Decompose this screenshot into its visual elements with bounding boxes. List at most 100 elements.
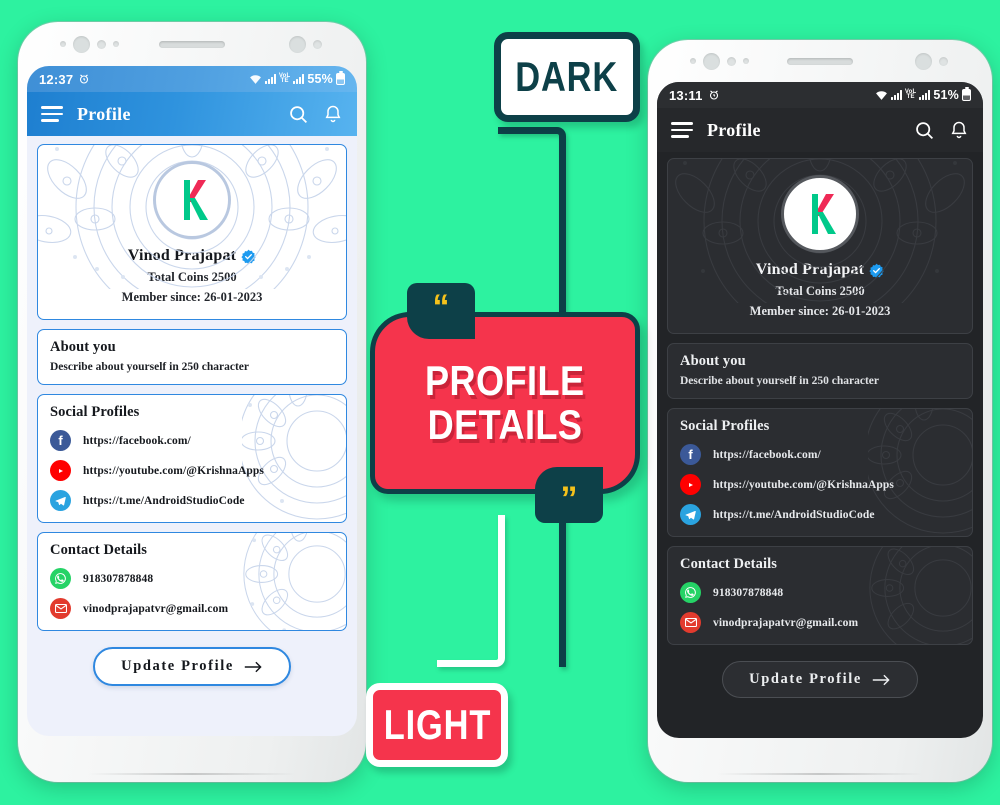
social-row-telegram[interactable]: https://t.me/AndroidStudioCode [680, 504, 960, 525]
update-profile-button[interactable]: Update Profile [722, 661, 918, 698]
total-coins: Total Coins 2500 [775, 284, 865, 298]
social-url: https://facebook.com/ [83, 434, 191, 447]
social-rows: f https://facebook.com/ https://youtube.… [680, 444, 960, 525]
profile-card: Vinod Prajapat Total Coins 2500 Member s… [37, 144, 347, 320]
facebook-icon: f [50, 430, 71, 451]
social-heading: Social Profiles [680, 418, 770, 434]
battery-percent: 55% [307, 72, 333, 86]
whatsapp-icon [680, 582, 701, 603]
contact-row-email[interactable]: vinodprajapatvr@gmail.com [50, 598, 334, 619]
total-coins: Total Coins 2500 [147, 270, 237, 284]
update-profile-label: Update Profile [749, 671, 862, 687]
front-sensors-right [289, 35, 322, 53]
member-since: Member since: 26-01-2023 [749, 304, 891, 318]
member-since: Member since: 26-01-2023 [121, 290, 263, 304]
social-row-facebook[interactable]: f https://facebook.com/ [680, 444, 960, 465]
search-icon[interactable] [288, 104, 309, 125]
social-row-telegram[interactable]: https://t.me/AndroidStudioCode [50, 490, 334, 511]
contact-row-email[interactable]: vinodprajapatvr@gmail.com [680, 612, 960, 633]
youtube-icon [50, 460, 71, 481]
notification-bell-icon[interactable] [949, 120, 969, 140]
status-right: VoL TE 51% [875, 87, 971, 102]
about-text[interactable]: Describe about yourself in 250 character [50, 361, 334, 373]
front-camera-icon [73, 35, 90, 53]
contact-row-whatsapp[interactable]: 918307878848 [680, 582, 960, 603]
contact-value: 918307878848 [713, 586, 784, 599]
profile-details-banner: “ PROFILE DETAILS ” [370, 283, 640, 523]
profile-name-row: Vinod Prajapat [678, 261, 962, 279]
about-section: About you Describe about yourself in 250… [38, 330, 346, 384]
social-profiles-card: Social Profiles f https://facebook.com/ … [37, 394, 347, 523]
earpiece-speaker [787, 57, 853, 65]
email-icon [680, 612, 701, 633]
status-bar-dark: 13:11 VoL TE 51% [657, 82, 983, 108]
contact-value: vinodprajapatvr@gmail.com [713, 616, 859, 629]
notification-bell-icon[interactable] [323, 104, 343, 124]
status-time: 12:37 [39, 71, 74, 87]
sensor-dot-icon [113, 41, 119, 47]
status-bar-light: 12:37 VoL TE 55% [27, 66, 357, 92]
social-row-youtube[interactable]: https://youtube.com/@KrishnaApps [680, 474, 960, 495]
banner-line-1: PROFILE [425, 357, 585, 405]
phone-top-bezel [648, 40, 992, 82]
search-icon[interactable] [914, 120, 935, 141]
about-card: About you Describe about yourself in 250… [667, 343, 973, 399]
youtube-icon [680, 474, 701, 495]
quote-open-icon: “ [407, 283, 475, 339]
social-url: https://youtube.com/@KrishnaApps [83, 464, 265, 477]
contact-details-card: Contact Details 918307878848 vinodprajap… [37, 532, 347, 631]
signal-icon [890, 90, 902, 100]
sensor-dot-icon [690, 58, 696, 64]
light-tag-label: LIGHT [383, 701, 491, 748]
iris-scanner-icon [915, 52, 932, 70]
profile-name-row: Vinod Prajapat [48, 247, 336, 265]
dark-phone-mockup: 13:11 VoL TE 51% Profile Vinod Prajapat … [648, 40, 992, 782]
battery-percent: 51% [933, 88, 959, 102]
social-section: Social Profiles f https://facebook.com/ … [668, 409, 972, 536]
update-profile-label: Update Profile [121, 658, 234, 674]
update-profile-button[interactable]: Update Profile [93, 647, 291, 686]
social-url: https://youtube.com/@KrishnaApps [713, 478, 895, 491]
phone-top-bezel [18, 22, 366, 66]
contact-value: 918307878848 [83, 572, 154, 585]
sensor-dot-icon [939, 56, 948, 66]
contact-value: vinodprajapatvr@gmail.com [83, 602, 229, 615]
app-logo-icon [812, 194, 836, 234]
social-row-facebook[interactable]: f https://facebook.com/ [50, 430, 334, 451]
about-card: About you Describe about yourself in 250… [37, 329, 347, 385]
front-sensors-right [915, 52, 948, 70]
wifi-icon [249, 74, 262, 85]
sensor-dot-icon [97, 39, 106, 49]
alarm-icon [708, 89, 720, 101]
battery-icon [962, 87, 971, 101]
sensor-dot-icon [313, 39, 322, 49]
volte-icon: VoL TE [278, 73, 291, 84]
status-left: 13:11 [669, 88, 720, 103]
status-left: 12:37 [39, 72, 90, 87]
page-title: Profile [707, 119, 761, 140]
app-bar-dark: Profile [657, 108, 983, 152]
dark-tag-label: DARK [515, 53, 619, 100]
about-heading: About you [50, 339, 116, 355]
hamburger-icon[interactable] [671, 122, 693, 138]
social-url: https://t.me/AndroidStudioCode [713, 508, 875, 521]
verified-badge-icon [869, 263, 884, 278]
social-row-youtube[interactable]: https://youtube.com/@KrishnaApps [50, 460, 334, 481]
app-bar-light: Profile [27, 92, 357, 136]
facebook-icon: f [680, 444, 701, 465]
sensor-dot-icon [60, 41, 66, 47]
quote-close-icon: ” [535, 467, 603, 523]
phone-bottom-bezel [648, 736, 992, 782]
social-rows: f https://facebook.com/ https://youtube.… [50, 430, 334, 511]
light-connector-line [437, 515, 505, 667]
battery-icon [336, 71, 345, 85]
alarm-icon [78, 73, 90, 85]
contact-row-whatsapp[interactable]: 918307878848 [50, 568, 334, 589]
dark-mode-tag: DARK [494, 32, 640, 122]
sensor-dot-icon [743, 58, 749, 64]
about-text[interactable]: Describe about yourself in 250 character [680, 375, 960, 387]
app-logo-icon [184, 180, 208, 220]
hamburger-icon[interactable] [41, 106, 63, 122]
earpiece-speaker [159, 40, 225, 48]
social-heading: Social Profiles [50, 404, 140, 420]
